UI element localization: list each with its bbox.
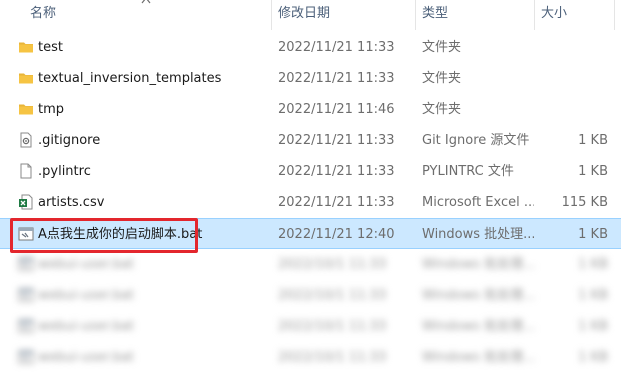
file-name: webui-user.bat	[38, 288, 135, 303]
highlight-annotation	[10, 218, 198, 253]
file-size: 1 KB	[578, 133, 608, 148]
sort-ascending-icon	[141, 0, 151, 4]
file-type: Git Ignore 源文件	[422, 133, 530, 148]
file-date: 2022/11/21 11:46	[278, 102, 395, 117]
file-date: 2022/11/21 11:33	[278, 40, 395, 55]
file-type: Windows 批处理...	[422, 319, 534, 334]
file-type: Windows 批处理...	[422, 257, 534, 272]
column-header-size[interactable]: 大小	[541, 0, 567, 30]
file-date: 2022/10/1 11:33	[278, 350, 387, 365]
file-row[interactable]: webui-user.bat 2022/10/1 11:33 Windows 批处理…	[0, 342, 621, 373]
column-divider[interactable]	[271, 0, 272, 30]
file-date: 2022/11/21 11:33	[278, 195, 395, 210]
file-row[interactable]: artists.csv 2022/11/21 11:33 Microsoft Exc…	[0, 187, 621, 218]
batch-file-icon	[18, 287, 34, 303]
file-size: 1 KB	[578, 288, 608, 303]
column-header-type[interactable]: 类型	[422, 0, 448, 30]
file-type: Windows 批处理...	[422, 350, 534, 365]
column-header-date[interactable]: 修改日期	[278, 0, 330, 30]
file-size: 1 KB	[578, 227, 608, 242]
file-date: 2022/11/21 12:40	[278, 227, 395, 242]
file-type: 文件夹	[422, 71, 462, 86]
file-type: Microsoft Excel ...	[422, 195, 534, 210]
file-name: test	[38, 40, 63, 55]
folder-row[interactable]: textual_inversion_templates 2022/11/21 11…	[0, 63, 621, 94]
column-divider[interactable]	[614, 0, 615, 30]
file-row[interactable]: .gitignore 2022/11/21 11:33 Git Ignore 源文件…	[0, 125, 621, 156]
file-name: artists.csv	[38, 195, 105, 210]
file-date: 2022/10/1 11:33	[278, 257, 387, 272]
batch-file-icon	[18, 349, 34, 365]
file-name: textual_inversion_templates	[38, 71, 222, 86]
file-type: Windows 批处理...	[422, 227, 534, 242]
file-date: 2022/10/1 11:33	[278, 288, 387, 303]
batch-file-icon	[18, 256, 34, 272]
file-name: .gitignore	[38, 133, 101, 148]
file-row[interactable]: .pylintrc 2022/11/21 11:33 PYLINTRC 文件 1 KB	[0, 156, 621, 187]
file-type: Windows 批处理...	[422, 288, 534, 303]
file-date: 2022/11/21 11:33	[278, 164, 395, 179]
file-date: 2022/11/21 11:33	[278, 71, 395, 86]
batch-file-icon	[18, 318, 34, 334]
column-header-bar: 名称 修改日期 类型 大小	[0, 0, 621, 30]
column-header-name[interactable]: 名称	[30, 0, 56, 30]
folder-icon	[18, 39, 34, 55]
file-name: .pylintrc	[38, 164, 91, 179]
file-size: 1 KB	[578, 319, 608, 334]
file-size: 1 KB	[578, 257, 608, 272]
file-size: 1 KB	[578, 164, 608, 179]
folder-row[interactable]: tmp 2022/11/21 11:46 文件夹	[0, 94, 621, 125]
generic-file-icon	[18, 163, 34, 179]
folder-row[interactable]: test 2022/11/21 11:33 文件夹	[0, 32, 621, 63]
file-size	[540, 63, 608, 94]
file-date: 2022/10/1 11:33	[278, 319, 387, 334]
folder-icon	[18, 101, 34, 117]
file-row[interactable]: webui-user.bat 2022/10/1 11:33 Windows 批处理…	[0, 249, 621, 280]
file-type: 文件夹	[422, 40, 462, 55]
file-type: 文件夹	[422, 102, 462, 117]
gitignore-file-icon	[18, 132, 34, 148]
column-divider[interactable]	[534, 0, 535, 30]
file-date: 2022/11/21 11:33	[278, 133, 395, 148]
file-name: webui-user.bat	[38, 319, 135, 334]
excel-file-icon	[18, 194, 34, 210]
file-name: webui-user.bat	[38, 257, 135, 272]
file-size: 115 KB	[561, 195, 608, 210]
file-name: tmp	[38, 102, 65, 117]
file-row[interactable]: webui-user.bat 2022/10/1 11:33 Windows 批处理…	[0, 311, 621, 342]
folder-icon	[18, 70, 34, 86]
file-name: webui-user.bat	[38, 350, 135, 365]
file-size	[540, 32, 608, 63]
file-size	[540, 94, 608, 125]
column-divider[interactable]	[415, 0, 416, 30]
file-row[interactable]: webui-user.bat 2022/10/1 11:33 Windows 批处理…	[0, 280, 621, 311]
file-size: 1 KB	[578, 350, 608, 365]
file-type: PYLINTRC 文件	[422, 164, 514, 179]
